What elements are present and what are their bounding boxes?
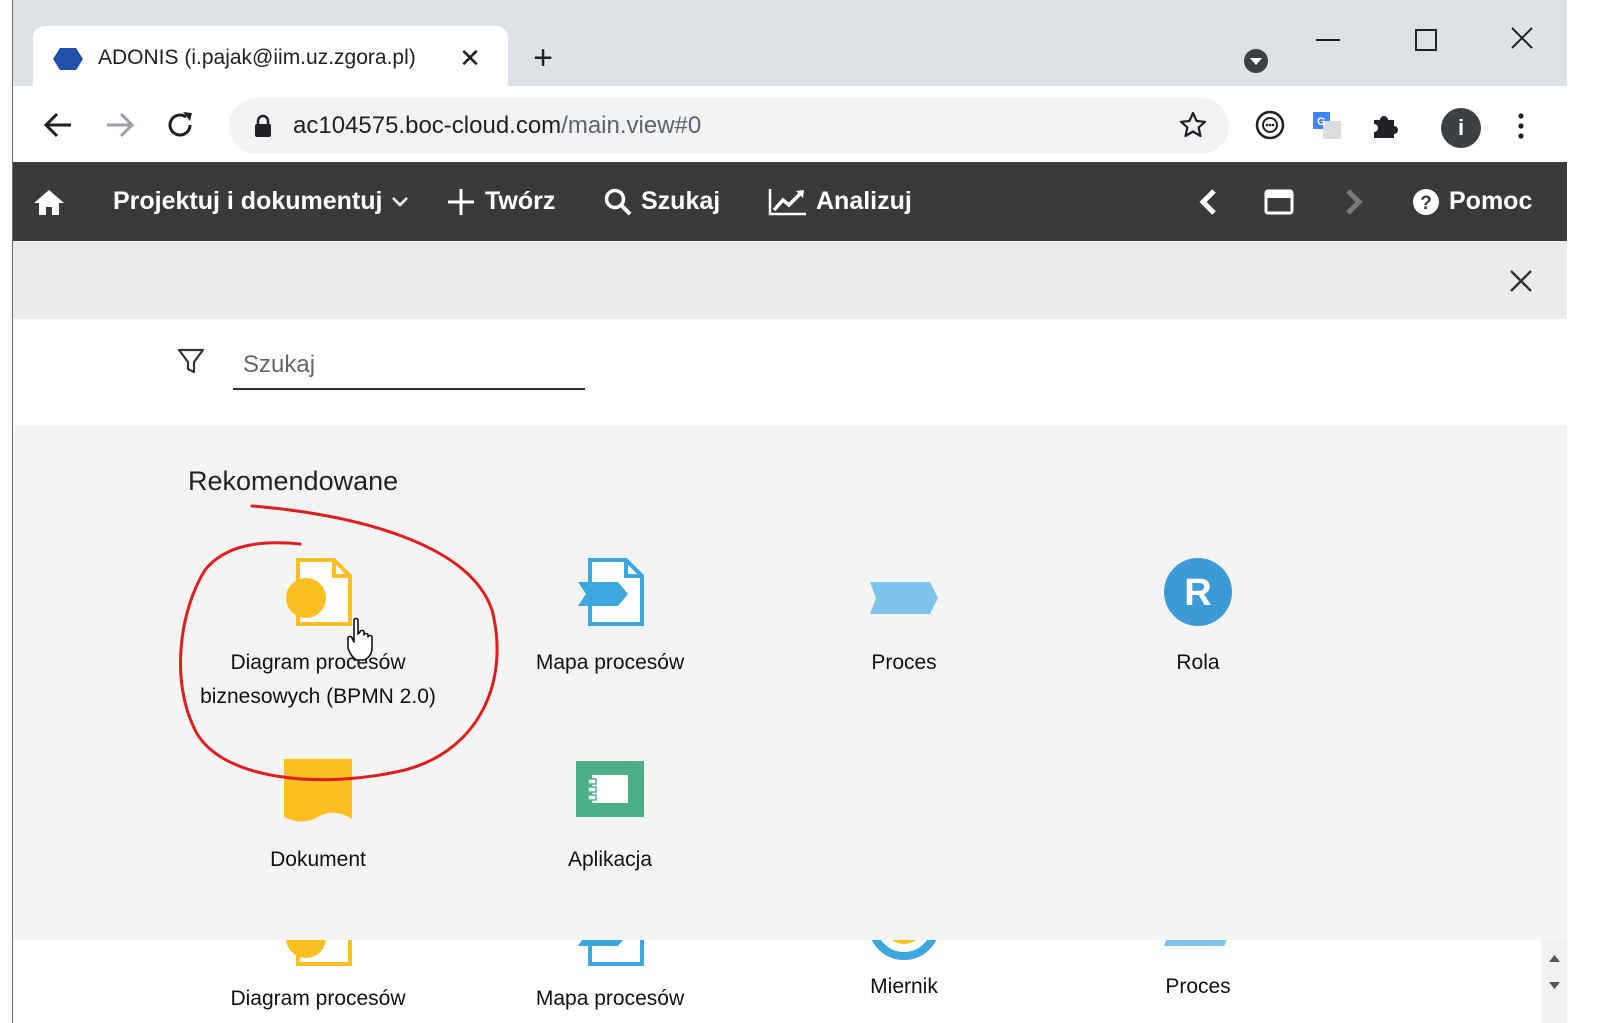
tile-label: Dokument (270, 848, 366, 871)
tile-label: Proces (1165, 975, 1231, 998)
create-label: Twórz (485, 187, 556, 215)
back-icon[interactable] (41, 108, 75, 142)
home-icon (34, 189, 64, 215)
scroll-down-icon[interactable] (1541, 970, 1567, 1000)
tile-document[interactable]: Dokument (173, 745, 463, 877)
search-icon (604, 188, 632, 215)
adonis-favicon-icon (53, 48, 83, 70)
process-map-icon (578, 558, 644, 626)
dialog-header (13, 241, 1567, 319)
scrollbar[interactable] (1541, 940, 1567, 1023)
chevron-right-icon (1346, 188, 1363, 215)
design-menu[interactable]: Projektuj i dokumentuj (113, 162, 418, 241)
tile-bpmn-diagram[interactable]: Diagram procesów biznesowych (BPMN 2.0) (173, 548, 463, 714)
chart-line-icon (768, 188, 806, 215)
search-button[interactable]: Szukaj (603, 162, 720, 241)
help-label: Pomoc (1449, 187, 1533, 215)
tile-process[interactable]: Proces (759, 548, 1049, 680)
profile-avatar[interactable]: i (1441, 108, 1481, 148)
window-icon (1264, 189, 1294, 214)
bpmn-diagram-icon (286, 558, 352, 626)
chevron-left-icon (1199, 188, 1216, 215)
google-translate-icon[interactable]: G (1310, 108, 1344, 142)
tile-role[interactable]: R Rola (1053, 548, 1343, 680)
analyze-button[interactable]: Analizuj (768, 162, 912, 241)
bookmark-star-icon[interactable] (1178, 110, 1208, 140)
analyze-label: Analizuj (816, 187, 912, 215)
window-view-button[interactable] (1263, 162, 1303, 241)
create-button[interactable]: Twórz (445, 162, 555, 241)
url-text[interactable]: ac104575.boc-cloud.com/main.view#0 (293, 112, 701, 140)
nav-back-button[interactable] (1195, 162, 1229, 241)
process-icon (1164, 940, 1227, 946)
reload-icon[interactable] (163, 108, 197, 142)
tile-indicator-all[interactable]: Miernik (759, 940, 1049, 1004)
tile-application[interactable]: Aplikacja (465, 745, 755, 877)
tile-process-map[interactable]: Mapa procesów (465, 548, 755, 680)
tile-label: Aplikacja (567, 848, 653, 871)
browser-window: ADONIS (i.pajak@iim.uz.zgora.pl) ✕ + ac1… (12, 0, 1567, 1023)
forward-icon[interactable] (103, 108, 137, 142)
tile-label: Mapa procesów (535, 987, 685, 1010)
role-icon: R (1164, 558, 1232, 626)
tab-search-icon[interactable] (1243, 48, 1269, 74)
svg-text:?: ? (1420, 193, 1432, 214)
filter-icon[interactable] (176, 346, 206, 376)
indicator-icon (871, 940, 937, 960)
process-icon (870, 582, 938, 614)
extension-chat-icon[interactable] (1253, 108, 1287, 142)
tile-label: Miernik (870, 975, 938, 998)
tab-close-icon[interactable]: ✕ (455, 42, 485, 74)
bpmn-diagram-icon (286, 940, 352, 966)
search-label: Szukaj (641, 187, 721, 215)
section-title: Rekomendowane (188, 466, 399, 496)
tile-process-all[interactable]: Proces (1053, 940, 1343, 1004)
tile-bpmn-diagram-all[interactable]: Diagram procesów (173, 940, 463, 1016)
lock-icon[interactable] (253, 114, 273, 138)
svg-text:R: R (1184, 572, 1211, 614)
svg-text:G: G (1317, 116, 1326, 128)
nav-forward-button[interactable] (1341, 162, 1375, 241)
all-items-section: Diagram procesów Mapa procesów Miernik P… (13, 940, 1567, 1023)
help-button[interactable]: ? Pomoc (1411, 162, 1532, 241)
tile-label: Rola (1176, 651, 1220, 674)
tile-label: Mapa procesów (535, 651, 685, 674)
url-path: /main.view#0 (561, 112, 702, 139)
document-icon (284, 759, 352, 822)
tile-label: Diagram procesów (230, 987, 406, 1010)
process-map-icon (578, 940, 644, 966)
tile-label: Diagram procesów biznesowych (BPMN 2.0) (200, 651, 436, 708)
app-navigation-bar: Projektuj i dokumentuj Twórz Szukaj Anal… (13, 162, 1567, 241)
minimize-icon[interactable] (1313, 25, 1343, 55)
tile-process-map-all[interactable]: Mapa procesów (465, 940, 755, 1016)
search-input[interactable] (233, 342, 585, 390)
dialog-close-icon[interactable] (1506, 266, 1536, 296)
browser-menu-icon[interactable] (1511, 110, 1531, 142)
help-icon: ? (1413, 188, 1439, 215)
tile-label: Proces (871, 651, 937, 674)
tab-title: ADONIS (i.pajak@iim.uz.zgora.pl) (98, 46, 416, 69)
chevron-down-icon (392, 196, 409, 207)
new-tab-button[interactable]: + (528, 40, 558, 76)
window-close-icon[interactable] (1506, 22, 1538, 54)
url-host: ac104575.boc-cloud.com (293, 112, 562, 139)
design-menu-label: Projektuj i dokumentuj (113, 187, 383, 215)
application-icon (576, 761, 644, 817)
home-button[interactable] (31, 162, 75, 241)
maximize-icon[interactable] (1411, 25, 1441, 55)
extensions-puzzle-icon[interactable] (1368, 108, 1402, 142)
plus-icon (448, 188, 474, 215)
